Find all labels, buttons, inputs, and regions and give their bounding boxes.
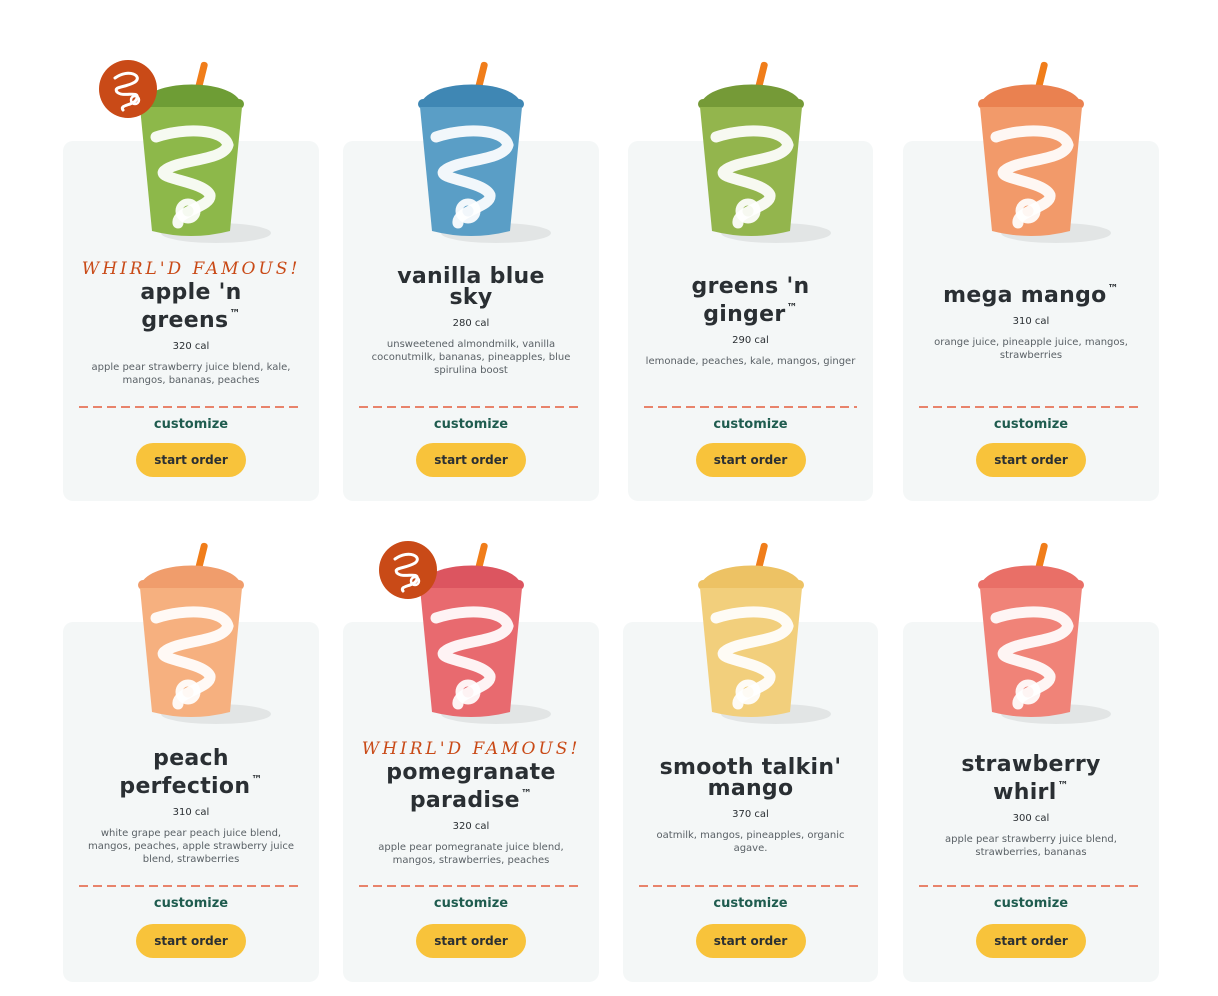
whirl-badge-icon xyxy=(99,60,157,118)
product-name: strawberry whirl™ xyxy=(903,752,1159,805)
smoothie-cup-image xyxy=(697,61,831,243)
calories: 290 cal xyxy=(732,335,769,346)
customize-link[interactable]: customize xyxy=(343,896,599,911)
smoothie-cup-image xyxy=(697,542,831,724)
product-info: vanilla blue sky 280 cal unsweetened almond… xyxy=(343,266,599,377)
product-name-line1: mega mango xyxy=(943,283,1107,308)
product-card: peach perfection™ 310 cal white grape pear … xyxy=(63,542,319,982)
product-name: apple 'n greens™ xyxy=(63,280,319,333)
product-name: pomegranate paradise™ xyxy=(343,760,599,813)
ingredients: oatmilk, mangos, pineapples, organic aga… xyxy=(656,830,845,854)
customize-link[interactable]: customize xyxy=(63,896,319,911)
dashed-divider xyxy=(359,406,583,408)
trademark-symbol: ™ xyxy=(1107,282,1119,295)
dashed-divider xyxy=(359,885,583,887)
customize-link[interactable]: customize xyxy=(623,896,878,911)
whirld-famous-label: WHIRL'D FAMOUS! xyxy=(361,739,581,759)
product-name-line2: mango xyxy=(707,776,794,801)
product-info: strawberry whirl™ 300 cal apple pear strawb… xyxy=(903,754,1159,859)
customize-link[interactable]: customize xyxy=(63,417,319,432)
product-name: greens 'n ginger™ xyxy=(628,274,873,327)
product-card: greens 'n ginger™ 290 cal lemonade, peaches… xyxy=(628,61,873,501)
customize-link[interactable]: customize xyxy=(343,417,599,432)
product-name: mega mango™ xyxy=(903,278,1159,308)
start-order-button[interactable]: start order xyxy=(416,443,526,477)
product-info: WHIRL'D FAMOUS! pomegranate paradise™ 320 c… xyxy=(343,739,599,867)
dashed-divider xyxy=(919,885,1143,887)
dashed-divider xyxy=(79,885,303,887)
product-name-line2: perfection xyxy=(119,774,251,799)
start-order-button[interactable]: start order xyxy=(976,924,1086,958)
product-name-line1: apple 'n xyxy=(140,280,242,305)
start-order-button[interactable]: start order xyxy=(695,443,806,477)
smoothie-cup-image xyxy=(418,61,551,243)
product-name: peach perfection™ xyxy=(63,746,319,799)
ingredients: apple pear pomegranate juice blend, mang… xyxy=(378,842,564,866)
calories: 320 cal xyxy=(452,821,490,832)
dashed-divider xyxy=(919,406,1143,408)
smoothie-cup-image xyxy=(978,61,1111,243)
product-name-line2: ginger xyxy=(703,302,786,327)
dashed-divider xyxy=(644,406,857,408)
dashed-divider xyxy=(79,406,303,408)
smoothie-cup-image xyxy=(978,542,1111,724)
ingredients: unsweetened almondmilk, vanilla coconutm… xyxy=(371,339,571,376)
trademark-symbol: ™ xyxy=(229,307,241,320)
ingredients: apple pear strawberry juice blend, straw… xyxy=(945,834,1117,858)
product-card: strawberry whirl™ 300 cal apple pear strawb… xyxy=(903,542,1159,982)
smoothie-cup xyxy=(116,542,271,732)
calories: 320 cal xyxy=(172,341,210,352)
trademark-symbol: ™ xyxy=(251,773,263,786)
product-card: WHIRL'D FAMOUS! pomegranate paradise™ 320 c… xyxy=(343,541,599,982)
trademark-symbol: ™ xyxy=(520,787,533,800)
customize-link[interactable]: customize xyxy=(628,417,873,432)
product-name: smooth talkin' mango xyxy=(623,757,878,801)
smoothie-cup xyxy=(396,61,551,251)
start-order-button[interactable]: start order xyxy=(695,924,806,958)
product-name-line2: greens xyxy=(141,308,229,333)
start-order-button[interactable]: start order xyxy=(416,924,526,958)
start-order-button[interactable]: start order xyxy=(136,443,246,477)
ingredients: lemonade, peaches, kale, mangos, ginger xyxy=(645,356,856,367)
whirld-famous-label: WHIRL'D FAMOUS! xyxy=(81,259,301,279)
dashed-divider xyxy=(639,885,862,887)
calories: 310 cal xyxy=(172,807,210,818)
product-card: mega mango™ 310 cal orange juice, pineappl… xyxy=(903,61,1159,501)
smoothie-cup xyxy=(956,542,1111,732)
product-name-line1: greens 'n xyxy=(691,274,810,299)
product-name-line2: sky xyxy=(449,285,493,310)
start-order-button[interactable]: start order xyxy=(976,443,1086,477)
calories: 300 cal xyxy=(1012,813,1050,824)
smoothie-cup-image xyxy=(138,542,271,724)
customize-link[interactable]: customize xyxy=(903,896,1159,911)
product-info: smooth talkin' mango 370 cal oatmilk, mango… xyxy=(623,757,878,855)
product-card: vanilla blue sky 280 cal unsweetened almond… xyxy=(343,61,599,501)
customize-link[interactable]: customize xyxy=(903,417,1159,432)
product-name-line1: pomegranate xyxy=(386,760,556,785)
product-card: smooth talkin' mango 370 cal oatmilk, mango… xyxy=(623,542,878,982)
smoothie-cup xyxy=(956,61,1111,251)
product-info: peach perfection™ 310 cal white grape pear … xyxy=(63,748,319,866)
smoothie-cup xyxy=(676,542,831,732)
product-info: greens 'n ginger™ 290 cal lemonade, peaches… xyxy=(628,276,873,368)
product-name-line2: paradise xyxy=(409,788,520,813)
ingredients: apple pear strawberry juice blend, kale,… xyxy=(91,362,291,386)
trademark-symbol: ™ xyxy=(786,301,798,314)
start-order-button[interactable]: start order xyxy=(136,924,246,958)
ingredients: white grape pear peach juice blend, mang… xyxy=(87,828,295,865)
product-card: WHIRL'D FAMOUS! apple 'n greens™ 320 cal app… xyxy=(63,60,319,501)
product-info: mega mango™ 310 cal orange juice, pineappl… xyxy=(903,278,1159,362)
product-name-line1: strawberry xyxy=(961,752,1101,777)
calories: 280 cal xyxy=(452,318,490,329)
product-name: vanilla blue sky xyxy=(343,266,599,310)
smoothie-cup xyxy=(676,61,831,251)
calories: 370 cal xyxy=(732,809,769,820)
calories: 310 cal xyxy=(1012,316,1050,327)
product-name-line2: whirl xyxy=(993,780,1057,805)
product-info: WHIRL'D FAMOUS! apple 'n greens™ 320 cal app… xyxy=(63,259,319,387)
trademark-symbol: ™ xyxy=(1057,779,1069,792)
product-name-line1: peach xyxy=(153,746,229,771)
ingredients: orange juice, pineapple juice, mangos, s… xyxy=(934,337,1128,361)
whirl-badge-icon xyxy=(379,541,437,599)
